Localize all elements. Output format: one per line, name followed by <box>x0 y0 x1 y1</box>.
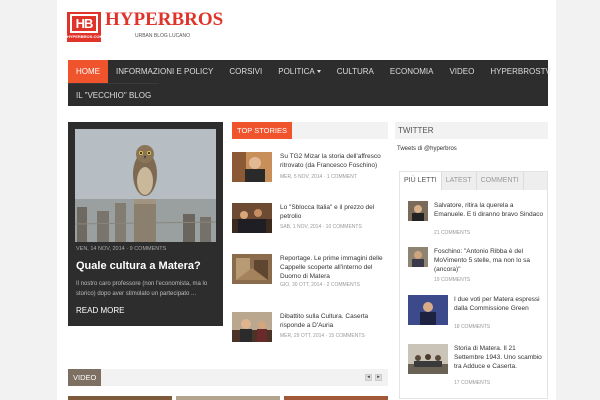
story-item[interactable]: Reportage. Le prime immagini delle Cappe… <box>232 254 392 294</box>
story-item[interactable]: Lo "Sblocca Italia" e il prezzo del petr… <box>232 203 392 243</box>
nav-item-video[interactable]: VIDEO <box>441 60 482 83</box>
featured-article: VEN, 14 NOV, 2014 · 9 COMMENTS Quale cul… <box>68 122 223 326</box>
story-image <box>232 203 272 233</box>
popular-thumbnail[interactable] <box>408 247 428 267</box>
nav-item-label: INFORMAZIONI E POLICY <box>116 67 214 76</box>
story-meta: MER, 29 OTT, 2014 · 15 COMMENTS <box>280 333 365 339</box>
story-thumbnail[interactable] <box>232 254 272 284</box>
logo-badge-sub: HYPERBROS.COM <box>67 34 103 39</box>
nav-item-economia[interactable]: ECONOMIA <box>382 60 442 83</box>
nav-item-label: POLITICA <box>278 67 315 76</box>
popular-thumbnail[interactable] <box>408 295 448 325</box>
popular-item[interactable]: Foschino: "Antonio Ribba è del MoVimento… <box>408 247 548 287</box>
popular-title[interactable]: Salvatore, ritira la querela a Emanuele.… <box>434 201 546 219</box>
logo-badge-text: HB <box>70 14 98 33</box>
popular-title[interactable]: I due voti per Matera espressi dalla Com… <box>454 295 546 313</box>
story-meta: SAB, 1 NOV, 2014 · 10 COMMENTS <box>280 224 362 230</box>
nav-item-label: VIDEO <box>449 67 475 76</box>
story-title[interactable]: Reportage. Le prime immagini delle Cappe… <box>280 254 390 281</box>
tab-piu-letti[interactable]: PIÙ LETTI <box>400 172 442 190</box>
video-label: VIDEO <box>68 369 102 386</box>
logo-text: HYPERBROS URBAN BLOG LUCANO <box>105 10 223 42</box>
popular-meta: 21 COMMENTS <box>434 230 471 236</box>
story-title[interactable]: Dibattito sulla Cultura. Caserta rispond… <box>280 312 390 330</box>
story-thumbnail[interactable] <box>232 312 272 342</box>
video-thumbnail[interactable] <box>176 396 280 400</box>
nav-item-label: HOME <box>76 67 100 76</box>
caret-down-icon <box>316 70 321 74</box>
popular-title[interactable]: Foschino: "Antonio Ribba è del MoVimento… <box>434 247 546 274</box>
logo-badge: HB HYPERBROS.COM <box>67 12 103 42</box>
tab-label: COMMENTI <box>480 177 519 184</box>
story-thumbnail[interactable] <box>232 203 272 233</box>
nav-item-politica[interactable]: POLITICA <box>270 60 328 83</box>
chevron-left-icon[interactable]: ◂ <box>365 374 372 381</box>
story-image <box>232 312 272 342</box>
nav-item-corsivi[interactable]: CORSIVI <box>221 60 270 83</box>
tabbed-widget: PIÙ LETTI LATEST COMMENTI Salvatore, rit… <box>399 171 548 399</box>
nav-row-2: IL "VECCHIO" BLOG <box>68 83 160 107</box>
video-thumbnail[interactable] <box>68 396 172 400</box>
popular-meta: 17 COMMENTS <box>454 380 491 386</box>
twitter-label: TWITTER <box>398 126 434 135</box>
main-nav: HOME INFORMAZIONI E POLICY CORSIVI POLIT… <box>68 60 551 107</box>
chevron-right-icon[interactable]: ▸ <box>375 374 382 381</box>
video-thumbnail[interactable] <box>284 396 388 400</box>
popular-image <box>408 344 448 374</box>
site-name: HYPERBROS <box>105 9 224 30</box>
twitter-embed-link[interactable]: Tweets di @hyperbros <box>397 146 457 152</box>
nav-item-vecchio-blog[interactable]: IL "VECCHIO" BLOG <box>68 84 159 107</box>
tab-bar: PIÙ LETTI LATEST COMMENTI <box>400 172 547 190</box>
top-stories-header: TOP STORIES <box>232 122 388 139</box>
popular-item[interactable]: Salvatore, ritira la querela a Emanuele.… <box>408 201 548 241</box>
featured-image[interactable] <box>75 129 216 242</box>
story-title[interactable]: Su TG2 Mizar la storia dell'affresco rit… <box>280 152 390 170</box>
popular-image <box>408 247 428 267</box>
popular-item[interactable]: Storia di Matera. Il 21 Settembre 1943. … <box>408 344 548 386</box>
featured-title[interactable]: Quale cultura a Matera? <box>76 260 201 272</box>
video-header: VIDEO ◂ ▸ <box>68 369 388 386</box>
nav-item-cultura[interactable]: CULTURA <box>329 60 382 83</box>
featured-meta: VEN, 14 NOV, 2014 · 9 COMMENTS <box>76 246 167 252</box>
popular-meta: 19 COMMENTS <box>434 277 471 283</box>
story-item[interactable]: Dibattito sulla Cultura. Caserta rispond… <box>232 312 392 352</box>
tab-latest[interactable]: LATEST <box>442 172 477 190</box>
nav-row-1: HOME INFORMAZIONI E POLICY CORSIVI POLIT… <box>68 60 559 83</box>
nav-item-hyperbrostv[interactable]: HYPERBROSTV <box>482 60 558 83</box>
popular-meta: 18 COMMENTS <box>454 324 491 330</box>
nav-item-label: CULTURA <box>336 67 374 76</box>
tab-commenti[interactable]: COMMENTI <box>477 172 524 190</box>
tab-label: LATEST <box>445 177 472 184</box>
popular-thumbnail[interactable] <box>408 344 448 374</box>
popular-title[interactable]: Storia di Matera. Il 21 Settembre 1943. … <box>454 344 546 371</box>
nav-item-label: HYPERBROSTV <box>490 67 551 76</box>
page-wrapper: HB HYPERBROS.COM HYPERBROS URBAN BLOG LU… <box>57 0 556 400</box>
site-logo[interactable]: HB HYPERBROS.COM HYPERBROS URBAN BLOG LU… <box>67 10 223 42</box>
owl-photo <box>75 129 216 242</box>
story-item[interactable]: Su TG2 Mizar la storia dell'affresco rit… <box>232 152 392 192</box>
nav-item-label: ECONOMIA <box>389 67 434 76</box>
featured-excerpt: Il nostro caro professore (non l'economi… <box>76 281 208 297</box>
top-stories-label: TOP STORIES <box>232 122 293 139</box>
story-meta: GIO, 30 OTT, 2014 · 2 COMMENTS <box>280 282 361 288</box>
nav-item-informazioni[interactable]: INFORMAZIONI E POLICY <box>108 60 221 83</box>
video-thumbnails <box>68 396 388 400</box>
popular-item[interactable]: I due voti per Matera espressi dalla Com… <box>408 295 548 335</box>
story-image <box>232 254 272 284</box>
story-image <box>232 152 272 182</box>
site-tagline: URBAN BLOG LUCANO <box>135 33 191 39</box>
nav-item-label: CORSIVI <box>229 67 263 76</box>
twitter-header: TWITTER <box>395 122 548 139</box>
popular-image <box>408 201 428 221</box>
nav-item-label: IL "VECCHIO" BLOG <box>76 91 152 100</box>
popular-image <box>408 295 448 325</box>
nav-item-home[interactable]: HOME <box>68 60 108 83</box>
popular-thumbnail[interactable] <box>408 201 428 221</box>
story-title[interactable]: Lo "Sblocca Italia" e il prezzo del petr… <box>280 203 390 221</box>
tab-label: PIÙ LETTI <box>404 177 437 184</box>
story-meta: MER, 5 NOV, 2014 · 1 COMMENT <box>280 174 357 180</box>
read-more-link[interactable]: READ MORE <box>76 306 124 315</box>
story-thumbnail[interactable] <box>232 152 272 182</box>
